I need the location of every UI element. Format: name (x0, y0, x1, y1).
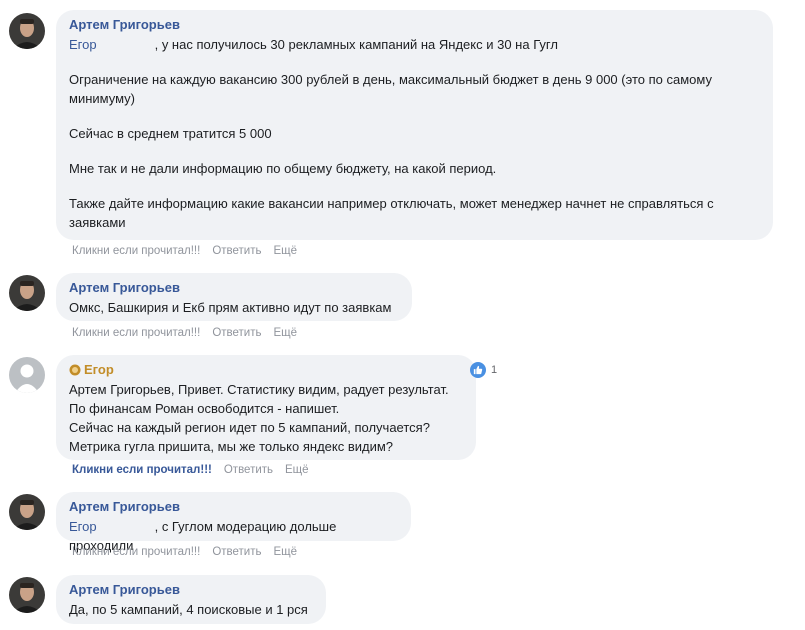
user-photo-icon (9, 494, 45, 530)
comment-bubble: Артем Григорьев Да, по 5 кампаний, 4 пои… (56, 575, 326, 624)
more-button[interactable]: Ещё (273, 327, 297, 339)
comment-paragraph: Также дайте информацию какие вакансии на… (69, 196, 714, 230)
comment-paragraph: Мне так и не дали информацию по общему б… (69, 161, 497, 176)
reaction-summary[interactable]: 1 (470, 362, 497, 378)
comment-author[interactable]: Артем Григорьев (69, 499, 398, 515)
comment-bubble: Артем Григорьев Егор, у нас получилось 3… (56, 10, 773, 240)
avatar[interactable] (9, 13, 45, 49)
avatar[interactable] (9, 357, 45, 393)
read-receipt-button[interactable]: Кликни если прочитал!!! (72, 464, 212, 476)
comment-actions: Кликни если прочитал!!! Ответить Ещё (72, 464, 321, 476)
read-receipt-button[interactable]: Кликни если прочитал!!! (72, 245, 200, 257)
comment-paragraph: Ограничение на каждую вакансию 300 рубле… (69, 72, 712, 106)
comment-actions: Кликни если прочитал!!! Ответить Ещё (72, 327, 309, 339)
more-button[interactable]: Ещё (285, 464, 309, 476)
comment-text: Егор, у нас получилось 30 рекламных камп… (69, 35, 760, 232)
reply-button[interactable]: Ответить (212, 245, 261, 257)
more-button[interactable]: Ещё (273, 546, 297, 558)
user-photo-icon (9, 13, 45, 49)
comment-author[interactable]: Артем Григорьев (69, 280, 399, 296)
mention-link[interactable]: Егор (69, 37, 97, 52)
default-user-icon (9, 357, 45, 393)
avatar[interactable] (9, 494, 45, 530)
comment-author[interactable]: Артем Григорьев (69, 17, 760, 33)
read-receipt-button[interactable]: Кликни если прочитал!!! (72, 546, 200, 558)
avatar[interactable] (9, 577, 45, 613)
user-photo-icon (9, 275, 45, 311)
comment-bubble: Егор Артем Григорьев, Привет. Статистику… (56, 355, 476, 460)
comment-text: Да, по 5 кампаний, 4 поисковые и 1 рся (69, 602, 308, 617)
reply-button[interactable]: Ответить (212, 327, 261, 339)
comment-actions: Кликни если прочитал!!! Ответить Ещё (72, 546, 309, 558)
mention-link[interactable]: Егор (69, 519, 97, 534)
comment-paragraph: Сейчас в среднем тратится 5 000 (69, 126, 272, 141)
comment-text: Омкс, Башкирия и Екб прям активно идут п… (69, 300, 392, 315)
badge-icon (69, 364, 81, 376)
like-icon (470, 362, 486, 378)
user-photo-icon (9, 577, 45, 613)
comment-author[interactable]: Артем Григорьев (69, 582, 313, 598)
comment-bubble: Артем Григорьев Омкс, Башкирия и Екб пря… (56, 273, 412, 321)
reply-button[interactable]: Ответить (224, 464, 273, 476)
comment-actions: Кликни если прочитал!!! Ответить Ещё (72, 245, 309, 257)
reply-button[interactable]: Ответить (212, 546, 261, 558)
comment-author[interactable]: Егор (69, 362, 463, 378)
more-button[interactable]: Ещё (273, 245, 297, 257)
read-receipt-button[interactable]: Кликни если прочитал!!! (72, 327, 200, 339)
avatar[interactable] (9, 275, 45, 311)
comment-text: Артем Григорьев, Привет. Статистику види… (69, 382, 449, 454)
reaction-count: 1 (491, 364, 498, 376)
comment-bubble: Артем Григорьев Егор, с Гуглом модерацию… (56, 492, 411, 553)
